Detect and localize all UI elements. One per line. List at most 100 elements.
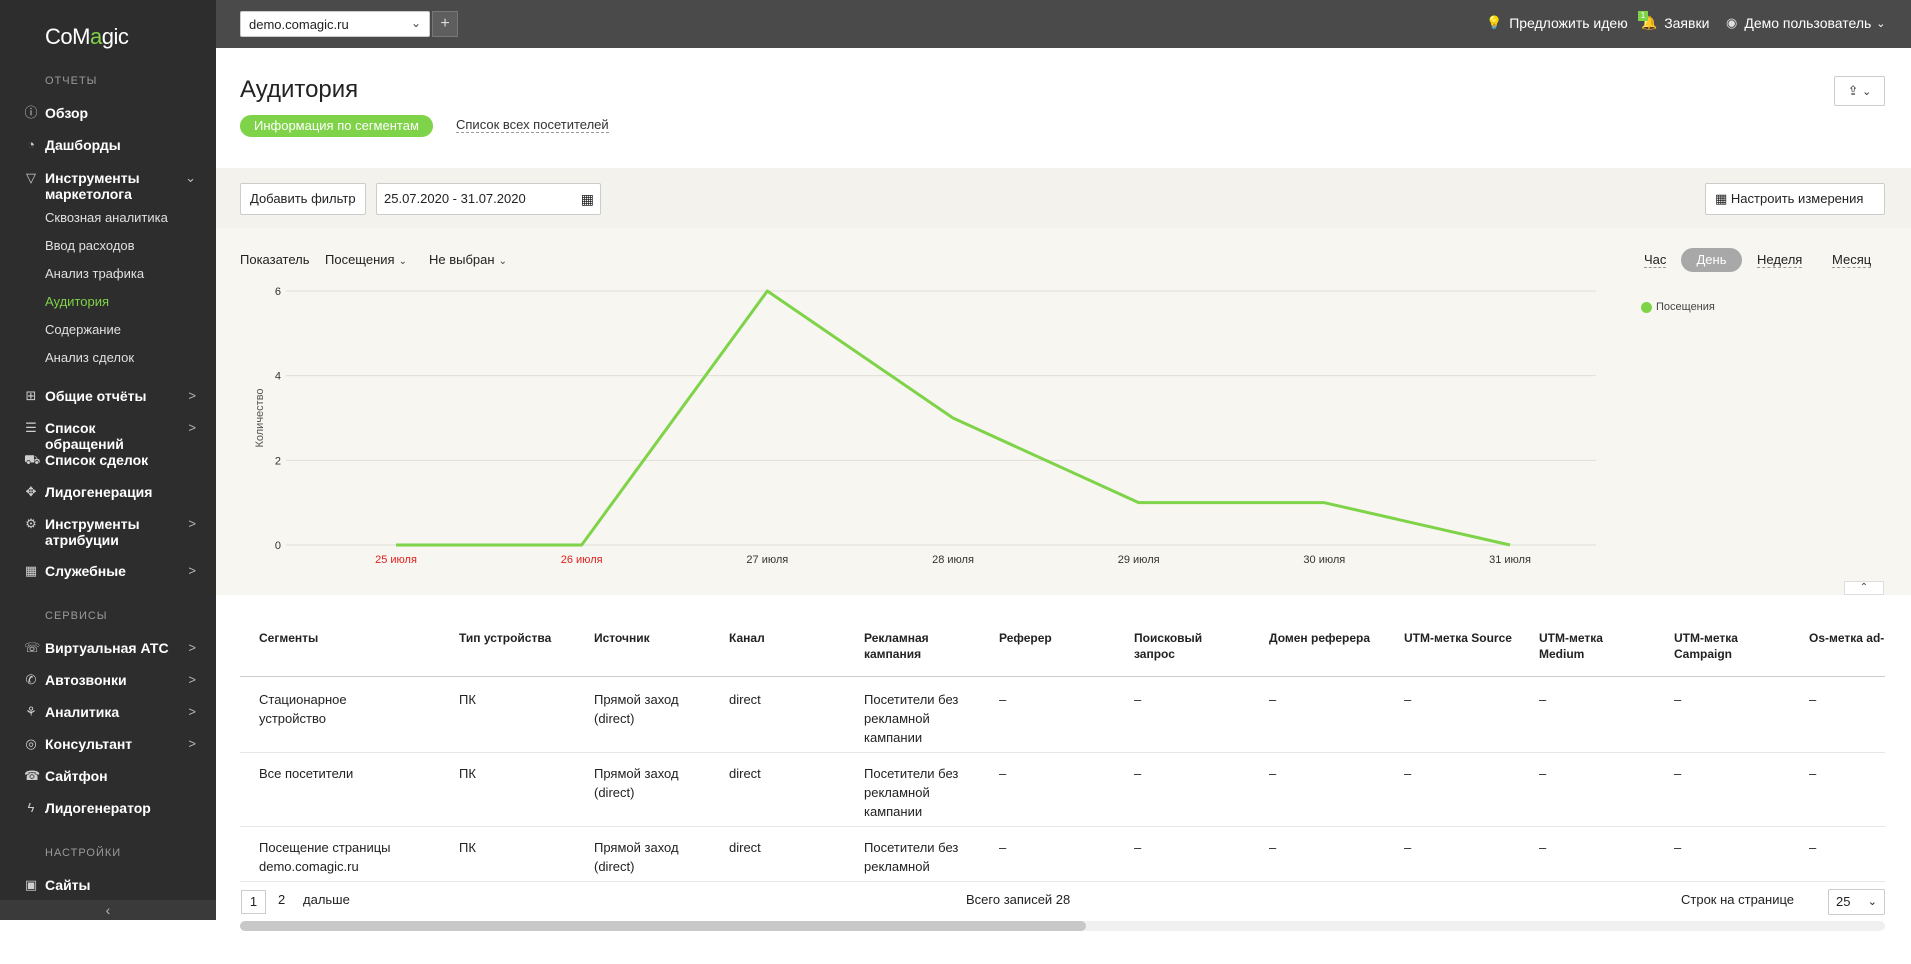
nav-service[interactable]: ▦ Служебные > (0, 563, 216, 579)
period-hour[interactable]: Час (1644, 252, 1667, 268)
requests-link[interactable]: 🔔 1 Заявки (1638, 11, 1709, 31)
sub-traffic[interactable]: Анализ трафика (45, 266, 144, 281)
x-tick-label: 29 июля (1118, 554, 1160, 566)
rows-per-page-select[interactable]: 25 ⌄ (1828, 889, 1885, 915)
line-chart: 0 2 4 6 25 июля 26 июля 27 июля 28 июля 29 июля… (254, 286, 1596, 566)
chevron-right-icon: > (188, 736, 196, 751)
page-1-button[interactable]: 1 (241, 890, 266, 914)
table-cell: – (999, 840, 1007, 855)
table-header[interactable]: UTM-метка Campaign (1674, 630, 1784, 662)
table-header[interactable]: UTM-метка Medium (1539, 630, 1649, 662)
calendar-icon[interactable]: ▦ (581, 184, 594, 214)
table-cell: direct (729, 840, 761, 855)
nav-consultant[interactable]: ◎ Консультант > (0, 736, 216, 752)
tab-all-visitors[interactable]: Список всех посетителей (456, 117, 609, 133)
requests-badge: 1 (1638, 11, 1648, 21)
chevron-down-icon: ⌄ (1867, 896, 1877, 908)
nav-attribution[interactable]: ⚙ Инструменты атрибуции > (0, 516, 216, 548)
table-cell: – (1539, 840, 1547, 855)
nav-dashboards[interactable]: ◔ Дашборды (0, 137, 216, 153)
table-header[interactable]: Поисковый запрос (1134, 630, 1244, 662)
add-site-button[interactable]: + (432, 11, 458, 37)
table-cell: – (1134, 692, 1142, 707)
sidebar: CoMagic ОТЧЕТЫ ⓘ Обзор ◔ Дашборды ▽ Инструм… (0, 0, 216, 920)
y-tick-label: 2 (275, 455, 281, 467)
export-button[interactable]: ⇪ ⌄ (1834, 76, 1885, 106)
sub-e2e-analytics[interactable]: Сквозная аналитика (45, 210, 168, 225)
chart-grid (286, 290, 1596, 546)
chevron-down-icon: ⌄ (1876, 17, 1886, 30)
scrollbar-thumb[interactable] (240, 921, 1086, 931)
sub-content[interactable]: Содержание (45, 322, 121, 337)
lightning-icon: ϟ (27, 800, 35, 815)
nav-analytics[interactable]: ⚘ Аналитика > (0, 704, 216, 720)
table-cell: – (1674, 692, 1682, 707)
table-header[interactable]: Os-метка ad- (1809, 630, 1885, 646)
collapse-chart-button[interactable]: ⌃ (1844, 581, 1884, 595)
nav-sites[interactable]: ▣ Сайты (0, 877, 216, 893)
nav-leadgen[interactable]: ✥ Лидогенерация (0, 484, 216, 500)
sub-audience[interactable]: Аудитория (45, 294, 109, 309)
chart-icon: ⊞ (25, 388, 37, 403)
date-range-input[interactable]: 25.07.2020 - 31.07.2020 ▦ (376, 183, 601, 215)
site-select[interactable]: demo.comagic.ru ⌄ (240, 11, 430, 37)
y-tick-label: 6 (275, 286, 281, 298)
table-header[interactable]: Канал (729, 630, 839, 646)
nav-leadgenerator[interactable]: ϟ Лидогенератор (0, 800, 216, 816)
grid-icon: ▦ (1715, 191, 1728, 206)
phone-network-icon: ☏ (24, 640, 41, 655)
nav-pbx[interactable]: ☏ Виртуальная АТС > (0, 640, 216, 656)
horizontal-scrollbar[interactable] (240, 921, 1885, 931)
nav-deals[interactable]: ⛟ Список сделок (0, 452, 216, 468)
y-tick-label: 0 (275, 540, 281, 552)
suggest-idea-link[interactable]: 💡 Предложить идею (1486, 15, 1628, 31)
table-cell: – (1269, 840, 1277, 855)
table-cell: – (1809, 692, 1817, 707)
nav-autocalls[interactable]: ✆ Автозвонки > (0, 672, 216, 688)
nav-overview[interactable]: ⓘ Обзор (0, 105, 216, 121)
sub-costs[interactable]: Ввод расходов (45, 238, 135, 253)
table-header[interactable]: Источник (594, 630, 704, 646)
topbar: demo.comagic.ru ⌄ + 💡 Предложить идею 🔔 1 За… (216, 0, 1911, 48)
table-cell: – (999, 766, 1007, 781)
table-header-divider (240, 676, 1885, 677)
comagic-logo[interactable]: CoMagic (45, 24, 129, 50)
nav-general-reports[interactable]: ⊞ Общие отчёты > (0, 388, 216, 404)
page-2-button[interactable]: 2 (278, 892, 285, 907)
period-month[interactable]: Месяц (1832, 252, 1872, 268)
table-header[interactable]: Реферер (999, 630, 1109, 646)
sidebar-collapse-button[interactable]: ‹ (0, 900, 216, 920)
sub-deals-analysis[interactable]: Анализ сделок (45, 350, 134, 365)
table-header[interactable]: Сегменты (259, 630, 369, 646)
nav-marketing-tools[interactable]: ▽ Инструменты маркетолога ⌄ (0, 170, 216, 202)
table-cell: ПК (459, 840, 476, 855)
chevron-down-icon: ⌄ (410, 16, 421, 30)
nav-sitephone[interactable]: ☎ Сайтфон (0, 768, 216, 784)
period-day[interactable]: День (1681, 248, 1742, 272)
table-cell: – (1404, 692, 1412, 707)
overview-icon: ⓘ (24, 105, 38, 120)
row-divider (240, 752, 1885, 753)
table-cell: – (1269, 766, 1277, 781)
add-filter-button[interactable]: Добавить фильтр (240, 183, 366, 215)
table-cell: – (1134, 766, 1142, 781)
table-header[interactable]: Рекламная кампания (864, 630, 974, 662)
table-header[interactable]: UTM-метка Source (1404, 630, 1514, 646)
next-page-link[interactable]: дальше (303, 892, 350, 907)
table-cell: – (1404, 766, 1412, 781)
chevron-right-icon: > (188, 640, 196, 655)
table-cell: – (1269, 692, 1277, 707)
table-cell: ПК (459, 692, 476, 707)
pie-chart-icon: ◔ (27, 137, 35, 152)
table-header[interactable]: Домен реферера (1269, 630, 1379, 646)
table-header[interactable]: Тип устройства (459, 630, 569, 646)
user-menu[interactable]: ◉ Демо пользователь ⌄ (1726, 15, 1886, 31)
period-week[interactable]: Неделя (1757, 252, 1803, 268)
chart-legend[interactable]: Посещения (1641, 301, 1715, 313)
tab-segments[interactable]: Информация по сегментам (240, 115, 433, 137)
configure-dimensions-button[interactable]: ▦ Настроить измерения (1705, 183, 1885, 215)
nav-requests[interactable]: ☰ Список обращений > (0, 420, 216, 452)
y-ticks: 0 2 4 6 (275, 286, 281, 552)
x-tick-label: 28 июля (932, 554, 974, 566)
y-tick-label: 4 (275, 371, 281, 383)
